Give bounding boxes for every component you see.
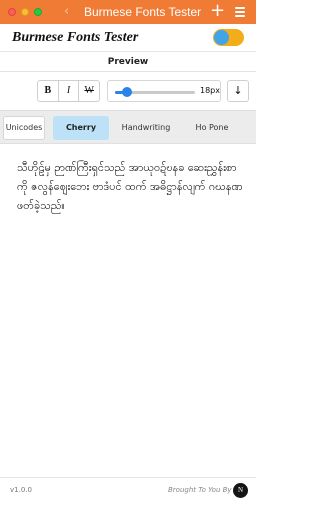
close-window-button[interactable] <box>8 8 16 16</box>
theme-toggle[interactable] <box>213 29 244 46</box>
download-arrow-icon[interactable]: ↓ <box>227 80 249 102</box>
font-size-value: 18px <box>200 86 220 95</box>
app-header: Burmese Fonts Tester <box>0 24 256 52</box>
preview-label: Preview <box>0 52 256 72</box>
version-label: v1.0.0 <box>10 486 32 494</box>
text-style-group: B I W <box>37 80 100 102</box>
plus-icon[interactable]: + <box>210 1 225 21</box>
app-title: Burmese Fonts Tester <box>12 30 139 45</box>
window-controls <box>8 8 42 16</box>
window-titlebar: ‹ Burmese Fonts Tester + <box>0 0 256 24</box>
slider-thumb[interactable] <box>122 87 132 97</box>
font-tabs: Unicodes Cherry Handwriting Ho Pone <box>0 110 256 144</box>
preview-text[interactable]: သီဟိုဠ်မှ ဉာဏ်ကြီးရှင်သည် အာယုဝဍ်ဎနခ ဆေး… <box>17 158 247 215</box>
italic-button[interactable]: I <box>59 81 80 101</box>
footer: v1.0.0 Brought To You By N <box>0 477 256 505</box>
chevron-left-icon[interactable]: ‹ <box>64 4 69 20</box>
tab-ho-pone[interactable]: Ho Pone <box>184 116 240 140</box>
tab-unicodes[interactable]: Unicodes <box>3 116 45 140</box>
font-size-control: 18px <box>107 80 221 102</box>
maximize-window-button[interactable] <box>34 8 42 16</box>
toggle-knob <box>214 30 229 45</box>
author-logo[interactable]: N <box>233 483 248 498</box>
hamburger-menu-icon[interactable] <box>235 7 245 17</box>
bold-button[interactable]: B <box>38 81 59 101</box>
strikethrough-button[interactable]: W <box>79 81 99 101</box>
window-title: Burmese Fonts Tester <box>84 5 202 19</box>
format-toolbar: B I W 18px ↓ <box>0 73 256 109</box>
tab-handwriting[interactable]: Handwriting <box>113 116 179 140</box>
minimize-window-button[interactable] <box>21 8 29 16</box>
tab-cherry[interactable]: Cherry <box>53 116 109 140</box>
credits-label: Brought To You By <box>168 486 232 494</box>
